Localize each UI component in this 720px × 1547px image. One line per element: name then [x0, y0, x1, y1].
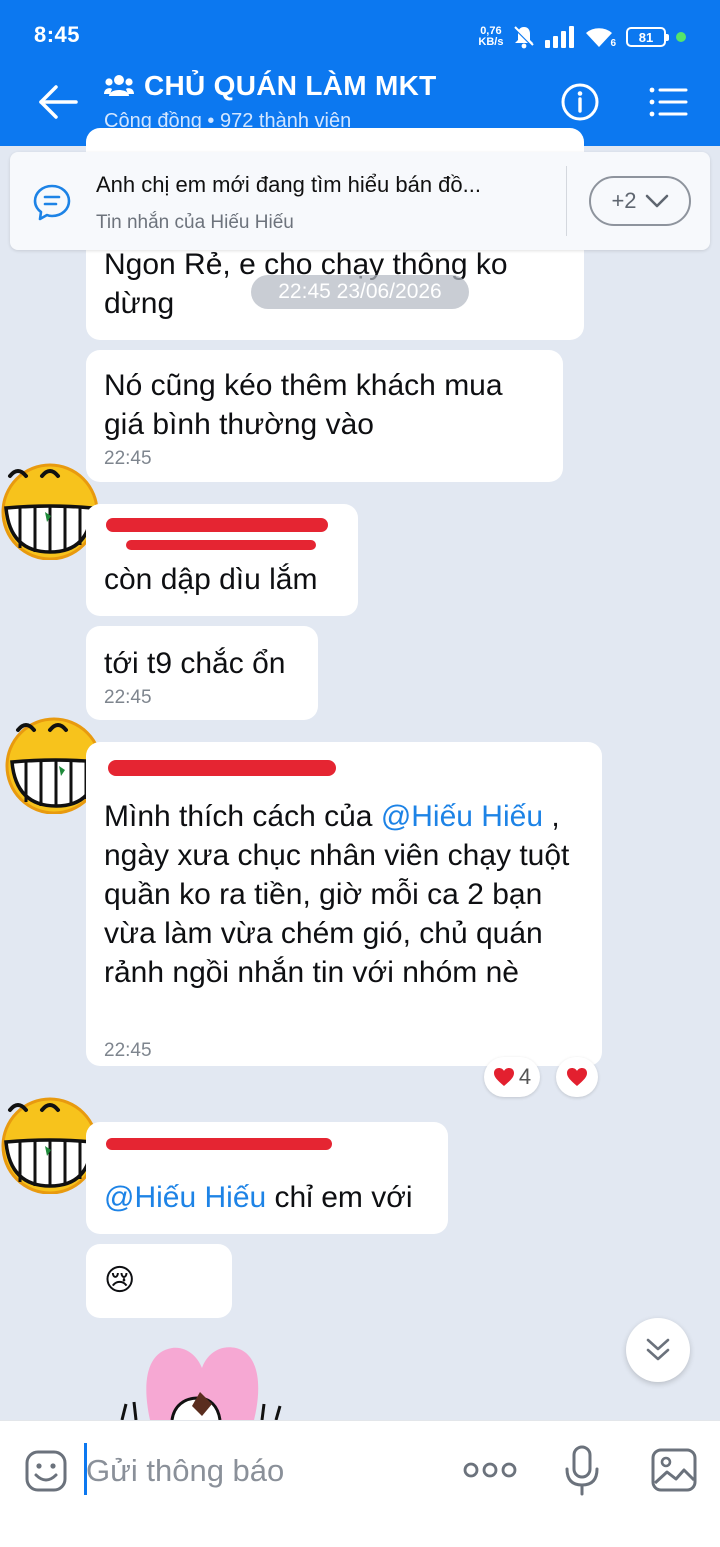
network-speed-unit: KB/s	[478, 36, 504, 48]
mute-icon	[514, 26, 535, 49]
message-composer	[0, 1420, 720, 1547]
image-icon[interactable]	[650, 1447, 698, 1493]
message-time: 22:45	[104, 1040, 152, 1061]
mic-icon[interactable]	[562, 1445, 602, 1497]
pinned-more-button[interactable]: +2	[589, 176, 691, 226]
group-icon	[104, 75, 134, 96]
message-bubble[interactable]: Mình thích cách của @Hiếu Hiếu , ngày xư…	[86, 742, 602, 1066]
charging-dot	[676, 32, 686, 42]
sticker-icon[interactable]	[24, 1449, 68, 1493]
sticker-image[interactable]	[112, 1344, 292, 1420]
cell-signal-icon	[545, 26, 575, 48]
group-title[interactable]: CHỦ QUÁN LÀM MKT	[104, 70, 437, 102]
message-bubble[interactable]: @Hiếu Hiếu chỉ em với	[86, 1122, 448, 1234]
pinned-more-label: +2	[611, 188, 637, 213]
divider	[566, 166, 567, 236]
message-time: 22:45	[104, 448, 152, 469]
message-text: tới t9 chắc ổn	[104, 647, 286, 680]
heart-icon	[493, 1068, 514, 1086]
message-text: Nó cũng kéo thêm khách mua giá bình thườ…	[104, 369, 503, 441]
status-bar: 8:45 0,76 KB/s 6 81	[0, 0, 720, 58]
reaction-count: 4	[518, 1064, 532, 1089]
pinned-message-sender: Tin nhắn của Hiếu Hiếu	[96, 212, 294, 233]
heart-icon	[567, 1068, 587, 1086]
menu-icon[interactable]	[648, 84, 688, 120]
message-time: 22:45	[104, 687, 152, 708]
pinned-chat-icon	[33, 184, 71, 221]
message-bubble[interactable]: tới t9 chắc ổn 22:45	[86, 626, 318, 720]
group-title-text: CHỦ QUÁN LÀM MKT	[144, 70, 437, 101]
scroll-down-button[interactable]	[626, 1318, 690, 1382]
chevron-down-icon	[645, 194, 668, 208]
crying-emoji-icon: 😢	[104, 1264, 136, 1297]
wifi-icon: 6	[584, 25, 616, 49]
more-dots-icon[interactable]	[462, 1455, 518, 1485]
redacted-sender-name	[126, 540, 316, 550]
battery-indicator: 81	[626, 27, 669, 47]
back-arrow-icon[interactable]	[36, 82, 80, 122]
redacted-sender-name	[108, 760, 336, 776]
message-input[interactable]	[86, 1447, 426, 1495]
scroll-down-icon	[646, 1338, 670, 1361]
mention-link[interactable]: @Hiếu Hiếu	[381, 800, 543, 833]
message-bubble[interactable]: 😢	[86, 1244, 232, 1318]
network-speed: 0,76 KB/s	[478, 26, 503, 48]
pinned-message-text: Anh chị em mới đang tìm hiểu bán đồ...	[96, 172, 481, 197]
wifi-sub-label: 6	[610, 38, 616, 49]
message-text-part: chỉ em với	[266, 1181, 413, 1214]
reaction-count-badge[interactable]: 4	[484, 1057, 540, 1097]
pinned-message-bar[interactable]: Anh chị em mới đang tìm hiểu bán đồ... T…	[10, 152, 710, 250]
message-bubble[interactable]: còn dập dìu lắm	[86, 504, 358, 616]
message-text: còn dập dìu lắm	[104, 563, 318, 596]
redacted-sender-name	[106, 518, 328, 532]
message-text-part: Mình thích cách của	[104, 800, 381, 833]
add-reaction-button[interactable]	[556, 1057, 598, 1097]
info-icon[interactable]	[560, 82, 600, 122]
mention-link[interactable]: @Hiếu Hiếu	[104, 1181, 266, 1214]
redacted-sender-name	[106, 1138, 332, 1150]
status-time: 8:45	[34, 22, 81, 47]
message-bubble[interactable]: Nó cũng kéo thêm khách mua giá bình thườ…	[86, 350, 563, 482]
date-separator: 22:45 23/06/2026	[251, 275, 469, 309]
message-text: Mình thích cách của @Hiếu Hiếu , ngày xư…	[104, 797, 590, 992]
message-text: @Hiếu Hiếu chỉ em với	[104, 1178, 413, 1217]
status-icons: 0,76 KB/s 6 81	[478, 22, 686, 52]
